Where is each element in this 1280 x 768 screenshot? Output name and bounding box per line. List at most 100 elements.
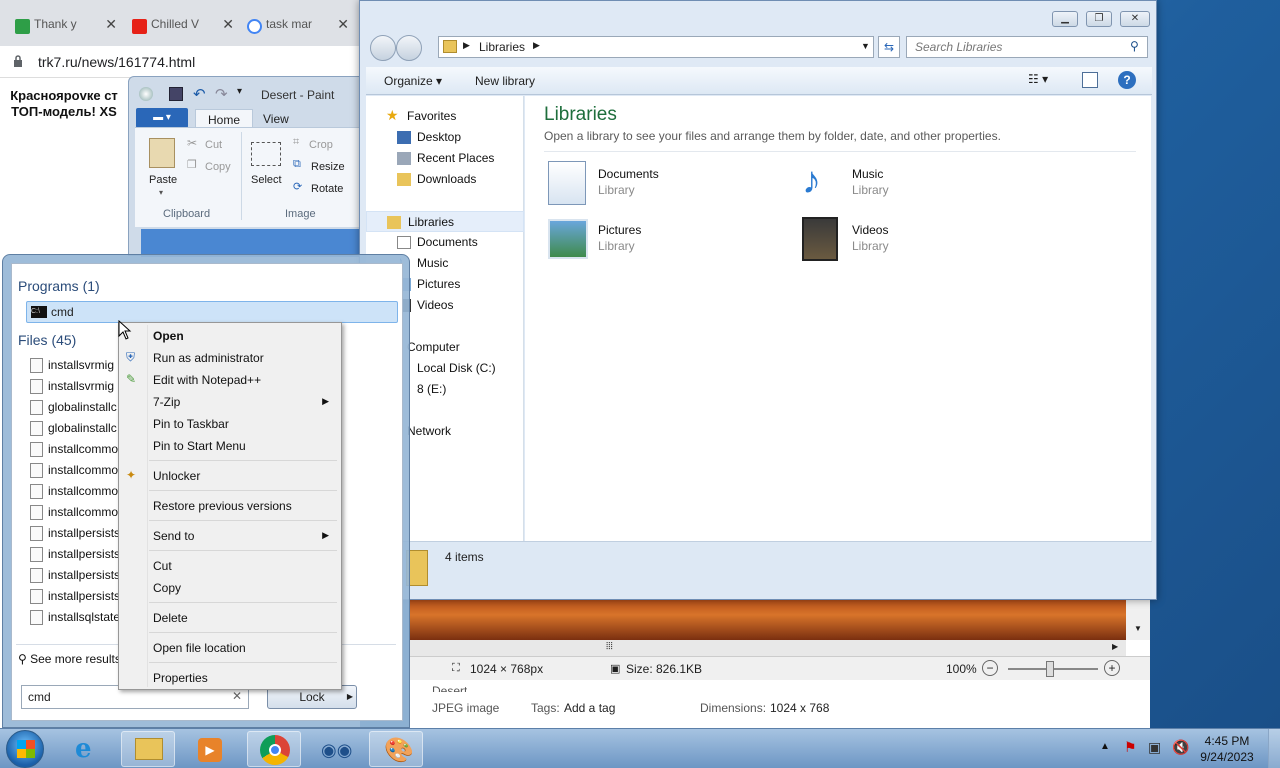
library-music[interactable]: ♪ Music Library: [798, 159, 1018, 209]
view-options-icon[interactable]: ☷ ▾: [1028, 72, 1048, 86]
news-headline[interactable]: Красноярovке ст ТОП-модель! XS: [0, 88, 128, 120]
menu-item-properties[interactable]: Properties: [121, 667, 339, 689]
forward-button[interactable]: [396, 35, 422, 61]
file-result[interactable]: installsvrmig: [30, 355, 130, 376]
paste-button[interactable]: Paste: [149, 174, 177, 186]
taskbar-ie[interactable]: e: [62, 731, 116, 767]
save-icon[interactable]: [169, 87, 183, 101]
new-library-button[interactable]: New library: [475, 74, 535, 88]
show-desktop-button[interactable]: [1268, 729, 1280, 768]
action-center-icon[interactable]: ⚑: [1124, 739, 1137, 756]
tags-value[interactable]: Add a tag: [564, 701, 615, 715]
zoom-in-button[interactable]: +: [1104, 660, 1120, 676]
close-icon[interactable]: ✕: [105, 16, 117, 33]
nav-favorites[interactable]: ★ Favorites: [366, 106, 524, 127]
zoom-out-button[interactable]: −: [982, 660, 998, 676]
taskbar-clock[interactable]: 4:45 PM 9/24/2023: [1194, 733, 1260, 765]
minimize-button[interactable]: ▁: [1052, 11, 1078, 27]
tab-chilled[interactable]: Chilled V ✕: [125, 8, 240, 46]
menu-item-unlocker[interactable]: ✦ Unlocker: [121, 465, 339, 487]
program-cmd[interactable]: C:\ cmd: [26, 301, 398, 323]
nav-desktop[interactable]: Desktop: [366, 127, 524, 148]
restore-button[interactable]: ❐: [1086, 11, 1112, 27]
menu-item-copy[interactable]: Copy: [121, 577, 339, 599]
chevron-down-icon[interactable]: ▼: [861, 41, 870, 51]
show-hidden-icons[interactable]: ▲: [1100, 741, 1110, 752]
tab-thank-you[interactable]: Thank y ✕: [8, 8, 123, 46]
file-result[interactable]: installsqlstate: [30, 607, 130, 628]
menu-item-open[interactable]: Open: [121, 325, 339, 347]
file-result[interactable]: installpersists: [30, 565, 130, 586]
nav-downloads[interactable]: Downloads: [366, 169, 524, 190]
tab-task-manager[interactable]: task mar ✕: [240, 8, 355, 46]
menu-item-cut[interactable]: Cut: [121, 555, 339, 577]
nav-documents[interactable]: Documents: [366, 232, 524, 253]
see-more-results-link[interactable]: ⚲ See more results: [18, 652, 121, 666]
taskbar-explorer[interactable]: [121, 731, 175, 767]
taskbar-media-player[interactable]: ▶: [183, 731, 237, 767]
network-icon[interactable]: ▣: [1148, 739, 1161, 756]
refresh-icon[interactable]: ⇆: [878, 36, 900, 58]
paint-menu-button[interactable]: ▬ ▾: [136, 108, 188, 128]
menu-item-run-as-admin[interactable]: ⛨ Run as administrator: [121, 347, 339, 369]
close-icon[interactable]: ✕: [337, 16, 349, 33]
taskbar-app[interactable]: ◉◉: [308, 731, 362, 767]
file-result[interactable]: installpersists: [30, 544, 130, 565]
file-result[interactable]: installpersists: [30, 586, 130, 607]
back-button[interactable]: [370, 35, 396, 61]
address-bar[interactable]: trk7.ru/news/161774.html: [0, 46, 360, 78]
taskbar-paint[interactable]: 🎨: [369, 731, 423, 767]
scroll-down-icon[interactable]: ▼: [1134, 624, 1142, 633]
menu-item-pin-start[interactable]: Pin to Start Menu: [121, 435, 339, 457]
desert-image[interactable]: [410, 598, 1126, 640]
menu-item-restore-versions[interactable]: Restore previous versions: [121, 495, 339, 517]
menu-item-pin-taskbar[interactable]: Pin to Taskbar: [121, 413, 339, 435]
file-result[interactable]: installcommo: [30, 439, 130, 460]
menu-item-delete[interactable]: Delete: [121, 607, 339, 629]
file-result[interactable]: installcommo: [30, 502, 130, 523]
preview-pane-icon[interactable]: [1082, 72, 1098, 88]
select-button[interactable]: Select: [251, 174, 282, 186]
redo-icon[interactable]: ↷: [215, 85, 228, 103]
copy-button[interactable]: Copy: [205, 161, 231, 173]
organize-button[interactable]: Organize ▾: [384, 74, 442, 88]
horizontal-scrollbar[interactable]: ⦙⦙⦙ ▶: [410, 640, 1126, 656]
menu-item-send-to[interactable]: Send to ▶: [121, 525, 339, 547]
nav-libraries[interactable]: Libraries: [366, 211, 524, 232]
file-result[interactable]: globalinstallc: [30, 418, 130, 439]
library-videos[interactable]: Videos Library: [798, 215, 1018, 265]
clear-search-icon[interactable]: ✕: [232, 689, 242, 703]
help-icon[interactable]: ?: [1118, 71, 1136, 89]
close-icon[interactable]: ✕: [222, 16, 234, 33]
file-result[interactable]: installcommo: [30, 460, 130, 481]
file-result[interactable]: installsvrmig: [30, 376, 130, 397]
zoom-slider-thumb[interactable]: [1046, 661, 1054, 677]
menu-item-edit-notepad[interactable]: ✎ Edit with Notepad++: [121, 369, 339, 391]
cut-button[interactable]: Cut: [205, 139, 222, 151]
tab-home[interactable]: Home: [195, 109, 254, 129]
chevron-down-icon[interactable]: ▾: [159, 188, 163, 197]
undo-icon[interactable]: ↶: [193, 85, 206, 103]
library-pictures[interactable]: Pictures Library: [544, 215, 764, 265]
menu-item-7zip[interactable]: 7-Zip ▶: [121, 391, 339, 413]
crop-button[interactable]: Crop: [309, 139, 333, 151]
explorer-search-input[interactable]: Search Libraries: [906, 36, 1148, 58]
paint-canvas[interactable]: [141, 229, 361, 257]
menu-item-open-location[interactable]: Open file location: [121, 637, 339, 659]
library-documents[interactable]: Documents Library: [544, 159, 764, 209]
file-result[interactable]: installpersists: [30, 523, 130, 544]
start-button[interactable]: [6, 730, 44, 768]
vertical-scrollbar[interactable]: ▼: [1126, 598, 1150, 640]
resize-button[interactable]: Resize: [311, 161, 345, 173]
volume-icon[interactable]: 🔇: [1172, 739, 1189, 756]
tab-view[interactable]: View: [251, 109, 301, 129]
explorer-address-bar[interactable]: ▶ Libraries ▶ ▼: [438, 36, 874, 58]
scroll-right-icon[interactable]: ▶: [1112, 642, 1118, 651]
rotate-button[interactable]: Rotate: [311, 183, 343, 195]
quick-access-dropdown-icon[interactable]: ▾: [237, 86, 242, 97]
chevron-right-icon[interactable]: ▶: [347, 686, 353, 708]
scrollbar-grip[interactable]: ⦙⦙⦙: [606, 641, 613, 652]
chevron-right-icon[interactable]: ▶: [533, 40, 540, 51]
file-result[interactable]: installcommo: [30, 481, 130, 502]
close-button[interactable]: ✕: [1120, 11, 1150, 27]
